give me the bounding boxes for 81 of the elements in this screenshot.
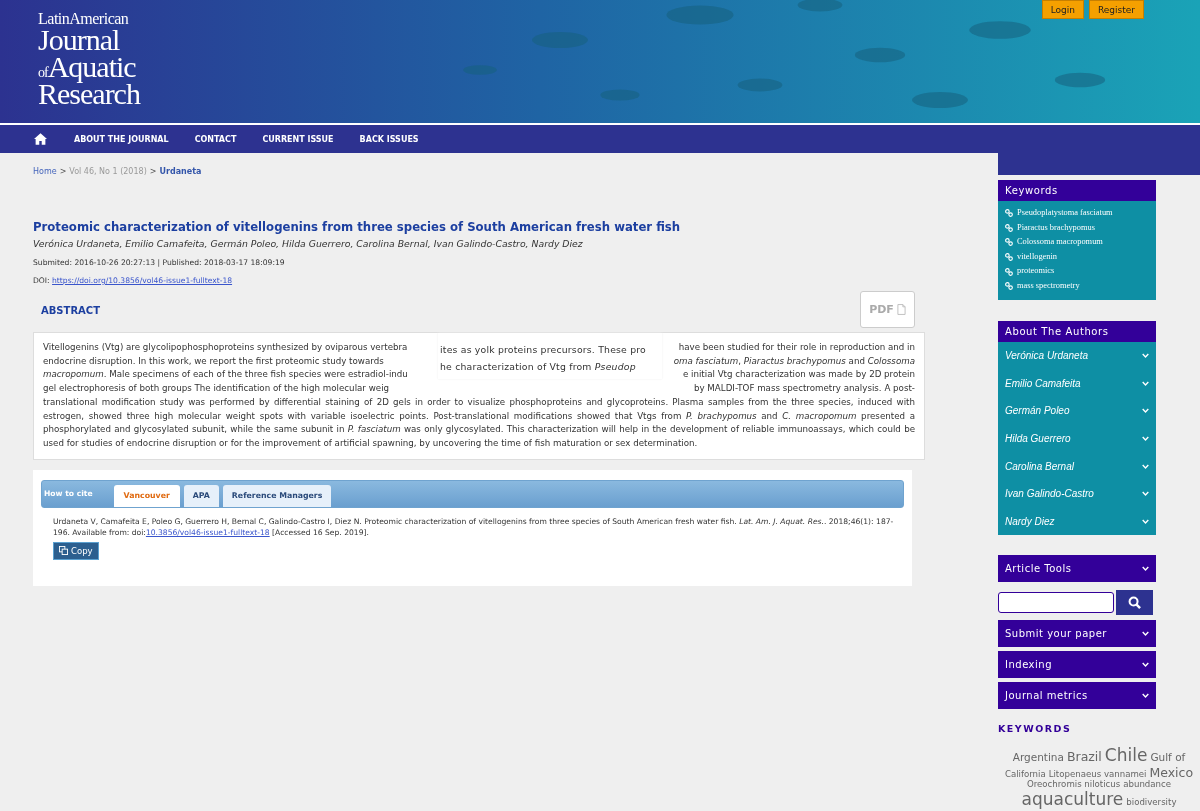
nav-link[interactable]: ABOUT THE JOURNAL: [61, 134, 182, 144]
keyword-link[interactable]: Pseudoplatystoma fasciatum: [1005, 206, 1149, 221]
tag-cloud-word[interactable]: biodiversity: [1126, 798, 1177, 809]
link-icon: [1005, 267, 1013, 276]
link-icon: [1005, 282, 1013, 291]
tag-cloud-word[interactable]: Litopenaeus vannamei: [1048, 769, 1147, 780]
keywords-heading: KEYWORDS: [998, 723, 1073, 735]
document-icon: [896, 304, 906, 315]
nav-link[interactable]: BACK ISSUES: [346, 134, 432, 144]
article-tools-button[interactable]: Article Tools: [998, 555, 1156, 583]
keyword-link[interactable]: Colossoma macropomum: [1005, 235, 1149, 250]
tag-cloud-word[interactable]: Brazil: [1066, 750, 1102, 765]
chevron-icon: [1142, 662, 1149, 668]
header-button[interactable]: Register: [1088, 0, 1144, 19]
abstract-text: e initial Vtg characterization was made by 2D protein: [682, 368, 915, 382]
tag-cloud-word[interactable]: abundance: [1123, 780, 1172, 791]
breadcrumb-item: >: [149, 167, 157, 176]
author-item[interactable]: Carolina Bernal: [998, 452, 1156, 480]
chevron-icon: [1142, 435, 1149, 441]
popup-text: ites as yolk proteins precursors. These pro: [439, 343, 647, 357]
link-icon: [1005, 209, 1013, 218]
abstract-text: Vitellogenins (Vtg) are glycolipophosphoproteins synthesized by oviparous vertebra: [43, 341, 408, 354]
article-title: Proteomic characterization of vitellogenins from three species of South American fresh water fish: [33, 220, 682, 234]
author-item[interactable]: Verónica Urdaneta: [998, 341, 1156, 370]
tag-cloud-word[interactable]: California: [1004, 769, 1046, 780]
tag-cloud-word[interactable]: Chile: [1104, 746, 1148, 766]
sidebar-menu-button[interactable]: Submit your paper: [998, 620, 1156, 648]
search-icon: [1128, 596, 1141, 610]
abstract-heading: ABSTRACT: [41, 305, 100, 316]
abstract-text: macropomum. Male specimens of each of the three fish species were estradiol-indu: [43, 368, 408, 382]
search-field[interactable]: [998, 592, 1114, 614]
keyword-link[interactable]: proteomics: [1005, 264, 1149, 279]
chevron-icon: [1142, 491, 1149, 497]
breadcrumb-item[interactable]: Home: [33, 167, 57, 176]
chevron-icon: [1142, 352, 1149, 358]
author-item[interactable]: Ivan Galindo-Castro: [998, 480, 1156, 508]
author-item[interactable]: Nardy Diez: [998, 507, 1156, 536]
tag-cloud-word[interactable]: Oreochromis niloticus: [1026, 780, 1121, 791]
author-item[interactable]: Hilda Guerrero: [998, 424, 1156, 453]
sidebar-menu-button[interactable]: Journal metrics: [998, 682, 1156, 710]
author-item[interactable]: Emilio Camafeita: [998, 369, 1156, 397]
article-authors: Verónica Urdaneta, Emilio Camafeita, Germán Poleo, Hilda Guerrero, Carolina Bernal, Ivan Galindo-Castro, Nardy Diez: [33, 238, 584, 249]
author-item[interactable]: Germán Poleo: [998, 396, 1156, 425]
tag-cloud-word[interactable]: aquaculture: [1021, 790, 1124, 810]
sidebar-menu-button[interactable]: Indexing: [998, 651, 1156, 679]
popup-text: he characterization of Vtg from Pseudop: [439, 360, 637, 374]
tag-cloud-word[interactable]: Argentina: [1012, 751, 1064, 764]
link-icon: [1005, 253, 1013, 262]
copy-icon: [59, 546, 68, 556]
chevron-icon: [1142, 380, 1149, 386]
keyword-link[interactable]: vitellogenin: [1005, 249, 1149, 265]
abstract-text: have been studied for their role in reproduction and in: [678, 341, 915, 354]
abstract-text: oma fasciatum, Piaractus brachypomus and Colossoma: [673, 354, 915, 368]
breadcrumb-item: Urdaneta: [159, 167, 202, 176]
keywords-header: Keywords: [998, 180, 1156, 201]
abstract-text: by MALDI-TOF mass spectrometry analysis. A post-: [693, 382, 915, 396]
abstract-text: endocrine disruption. In this work, we report the first proteomic study towards: [43, 354, 384, 368]
keyword-link[interactable]: Piaractus brachypomus: [1005, 220, 1149, 236]
copy-button[interactable]: Copy: [53, 541, 99, 560]
chevron-icon: [1142, 519, 1149, 525]
link-icon: [1005, 223, 1013, 232]
keyword-link[interactable]: mass spectrometry: [1005, 278, 1149, 294]
breadcrumb-item: >: [59, 167, 67, 176]
header-button[interactable]: Login: [1041, 0, 1084, 19]
link-icon: [1005, 238, 1013, 247]
journal-logo[interactable]: LatinAmerican Journal ofAquatic Research: [38, 12, 140, 108]
chevron-icon: [1142, 566, 1149, 572]
chevron-icon: [1142, 631, 1149, 637]
chevron-icon: [1142, 463, 1149, 469]
chevron-icon: [1142, 693, 1149, 699]
authors-header: About The Authors: [998, 320, 1156, 342]
abstract-text: gel electrophoresis of both groups The identification of the high molecular weig: [43, 382, 390, 396]
nav-link[interactable]: CONTACT: [181, 134, 250, 144]
chevron-icon: [1142, 408, 1149, 414]
abstract-text: translational modification study was performed by differential staining of 2D gels in order to visualize phosphoproteins and glycoproteins. Plasma samples from the three species, induced with estrogen, showed three high molecular weight spots with variable isoelectric points. Post-translational modifications showed that Vtgs from P. brachypomus and C. macropomum presented a phosphorylated and glycosylated subunit, while the same subunit in P. fasciatum was only glycosylated. This characterization will help in the development of reliable immunoassays, which could be used for studies of endocrine disruption or for the improvement of artificial spawning, by uncovering the time of fish maturation or sex determination.: [43, 395, 915, 450]
home-icon[interactable]: [34, 133, 47, 145]
tag-cloud-word[interactable]: Mexico: [1149, 765, 1194, 781]
search-button[interactable]: [1116, 590, 1153, 616]
nav-link[interactable]: CURRENT ISSUE: [249, 134, 347, 144]
tag-cloud-word[interactable]: Gulf of: [1150, 751, 1186, 764]
breadcrumb-item: Vol 46, No 1 (2018): [69, 167, 147, 176]
